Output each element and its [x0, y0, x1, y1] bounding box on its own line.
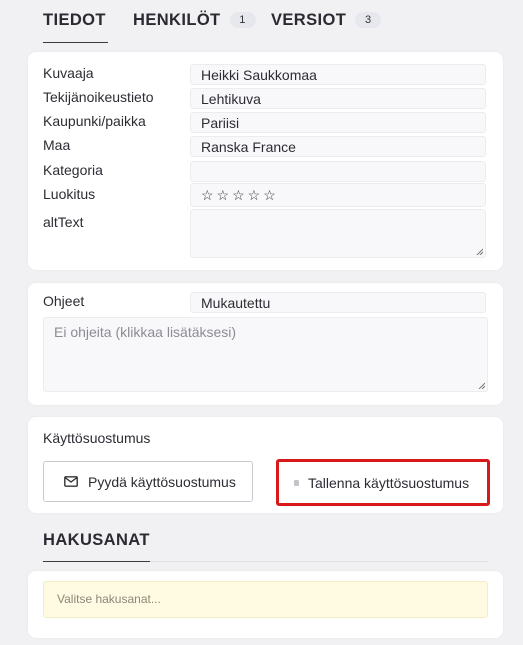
tab-bar: TIEDOT HENKILÖT 1 VERSIOT 3: [43, 0, 503, 44]
request-consent-label: Pyydä käyttösuostumus: [88, 473, 236, 490]
rating-label: Luokitus: [43, 186, 96, 202]
category-field[interactable]: [190, 161, 486, 182]
tab-versiot-count: 3: [355, 12, 382, 28]
keywords-title-underline: [43, 561, 150, 562]
copyright-label: Tekijänoikeustieto: [43, 89, 154, 105]
resize-handle-icon[interactable]: [478, 382, 485, 389]
details-card: Kuvaaja Heikki Saukkomaa Tekijänoikeusti…: [28, 52, 503, 270]
category-label: Kategoria: [43, 162, 103, 178]
country-field[interactable]: Ranska France: [190, 136, 486, 157]
alttext-label: altText: [43, 214, 84, 230]
request-consent-button[interactable]: Pyydä käyttösuostumus: [43, 461, 253, 502]
instructions-label: Ohjeet: [43, 293, 85, 309]
tab-henkilot[interactable]: HENKILÖT 1: [133, 11, 256, 30]
tab-tiedot-label: TIEDOT: [43, 11, 106, 29]
alttext-textarea[interactable]: [190, 209, 486, 258]
city-field[interactable]: Pariisi: [190, 112, 486, 133]
photographer-field[interactable]: Heikki Saukkomaa: [190, 64, 486, 85]
instructions-placeholder: Ei ohjeita (klikkaa lisätäksesi): [54, 324, 237, 340]
resize-handle-icon[interactable]: [476, 248, 483, 255]
tab-versiot-label: VERSIOT: [271, 11, 347, 29]
instructions-textarea[interactable]: Ei ohjeita (klikkaa lisätäksesi): [43, 317, 488, 392]
keywords-divider: [150, 561, 488, 562]
tab-henkilot-count: 1: [229, 12, 256, 28]
country-label: Maa: [43, 137, 71, 153]
copyright-field[interactable]: Lehtikuva: [190, 88, 486, 109]
photographer-label: Kuvaaja: [43, 65, 94, 81]
keywords-card: Valitse hakusanat...: [28, 571, 503, 638]
instructions-mode-select[interactable]: Mukautettu: [190, 292, 486, 313]
consent-card: Käyttösuostumus Pyydä käyttösuostumus Ta…: [28, 417, 503, 513]
active-tab-indicator: [43, 42, 108, 43]
envelope-icon: [64, 476, 78, 487]
tab-versiot[interactable]: VERSIOT 3: [271, 11, 382, 30]
keywords-title: HAKUSANAT: [43, 531, 150, 549]
keywords-select[interactable]: Valitse hakusanat...: [43, 581, 488, 618]
save-consent-label: Tallenna käyttösuostumus: [308, 474, 470, 491]
save-consent-button[interactable]: Tallenna käyttösuostumus: [276, 459, 490, 506]
instructions-card: Ohjeet Mukautettu Ei ohjeita (klikkaa li…: [28, 283, 503, 405]
tab-henkilot-label: HENKILÖT: [133, 11, 221, 29]
consent-label: Käyttösuostumus: [43, 430, 151, 446]
save-status-icon: [294, 479, 299, 486]
tab-tiedot[interactable]: TIEDOT: [43, 11, 106, 30]
city-label: Kaupunki/paikka: [43, 113, 146, 129]
rating-stars[interactable]: ☆☆☆☆☆: [190, 183, 486, 207]
